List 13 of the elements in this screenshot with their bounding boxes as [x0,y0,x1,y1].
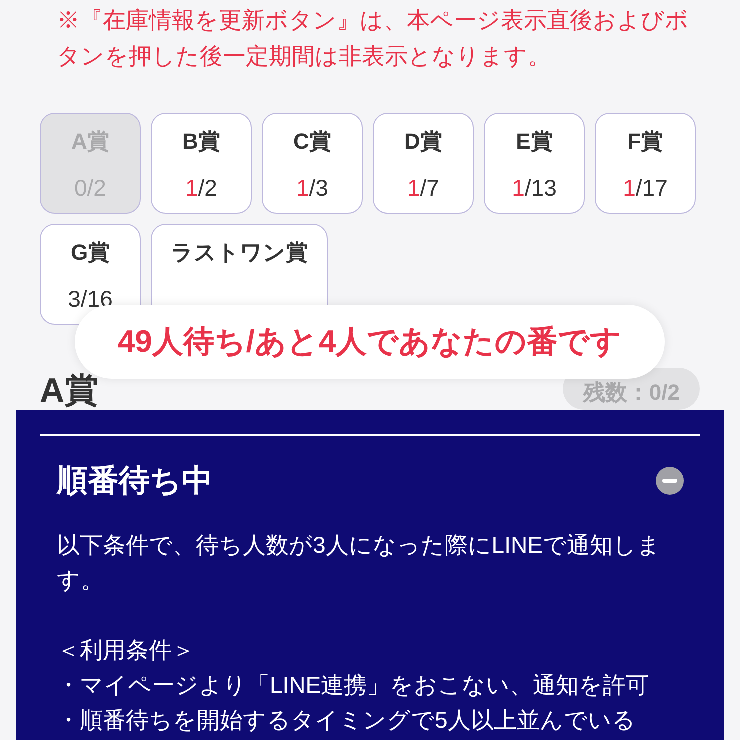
condition-item: ・マイページより「LINE連携」をおこない、通知を許可 [57,671,650,700]
notice-text: ※『在庫情報を更新ボタン』は、本ページ表示直後およびボタンを押した後一定期間は非表示となります。 [57,6,690,71]
prize-card[interactable]: F賞 1/17 [595,113,696,214]
prize-card[interactable]: B賞 1/2 [151,113,252,214]
prize-card[interactable]: E賞 1/13 [484,113,585,214]
panel-description: 以下条件で、待ち人数が3人になった際にLINEで通知します。 [57,531,662,595]
minus-icon[interactable] [656,467,684,495]
panel-title: 順番待ち中 [57,462,213,500]
conditions-heading: ＜利用条件＞ [57,636,196,665]
prize-card[interactable]: D賞 1/7 [373,113,474,214]
condition-item: ・順番待ちを開始するタイミングで5人以上並んでいる [57,706,637,735]
prize-card[interactable]: G賞 3/16 [40,224,141,325]
prize-card[interactable]: C賞 1/3 [262,113,363,214]
